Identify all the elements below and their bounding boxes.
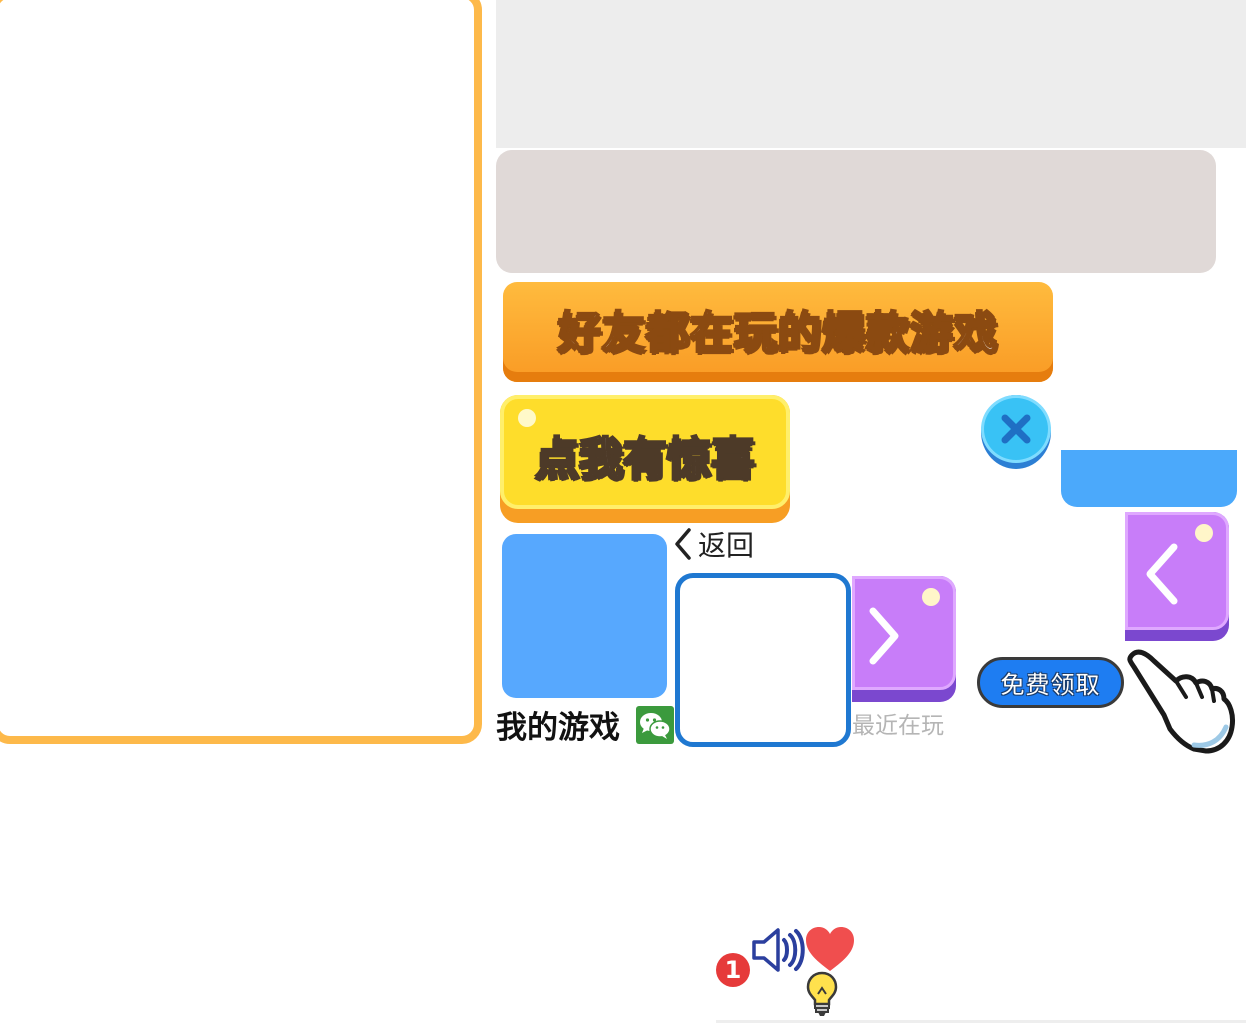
banner-title: 好友都在玩的爆款游戏	[557, 307, 998, 359]
ad-placeholder-bar	[496, 150, 1216, 273]
surprise-button-label: 点我有惊喜	[534, 432, 756, 485]
highlight-dot	[922, 588, 940, 606]
chevron-right-icon	[869, 607, 899, 665]
next-button[interactable]	[852, 576, 956, 702]
game-list-panel	[0, 0, 482, 744]
top-placeholder	[496, 0, 1246, 148]
surprise-button-face: 点我有惊喜	[500, 395, 790, 509]
speaker-icon[interactable]	[750, 926, 806, 974]
lightbulb-icon[interactable]	[804, 970, 840, 1018]
pointing-hand-icon	[1127, 649, 1235, 754]
prev-button[interactable]	[1125, 512, 1229, 641]
notification-badge: 1	[716, 953, 750, 987]
next-button-face	[852, 576, 956, 690]
selected-game-card[interactable]	[675, 573, 851, 747]
highlight-dot	[518, 409, 536, 427]
back-label: 返回	[698, 529, 755, 562]
game-screen: 好友都在玩的爆款游戏 点我有惊喜 返回 我的游戏 最近在玩 免费领取 1	[0, 0, 1246, 1023]
chevron-left-icon	[1146, 543, 1178, 605]
game-thumbnail[interactable]	[502, 534, 667, 698]
wechat-icon[interactable]	[636, 706, 674, 744]
close-icon	[981, 395, 1051, 463]
back-link[interactable]: 返回	[672, 526, 754, 562]
chevron-left-icon	[675, 528, 691, 560]
recent-label: 最近在玩	[852, 713, 944, 739]
prev-button-face	[1125, 512, 1229, 630]
highlight-dot	[1195, 524, 1213, 542]
heart-icon[interactable]	[804, 925, 856, 973]
my-games-label: 我的游戏	[496, 710, 620, 746]
blue-tab[interactable]	[1061, 450, 1237, 507]
free-claim-button[interactable]: 免费领取	[977, 657, 1124, 708]
popular-games-banner[interactable]: 好友都在玩的爆款游戏	[503, 282, 1053, 382]
close-button[interactable]	[981, 395, 1051, 469]
surprise-button[interactable]: 点我有惊喜	[500, 395, 790, 523]
